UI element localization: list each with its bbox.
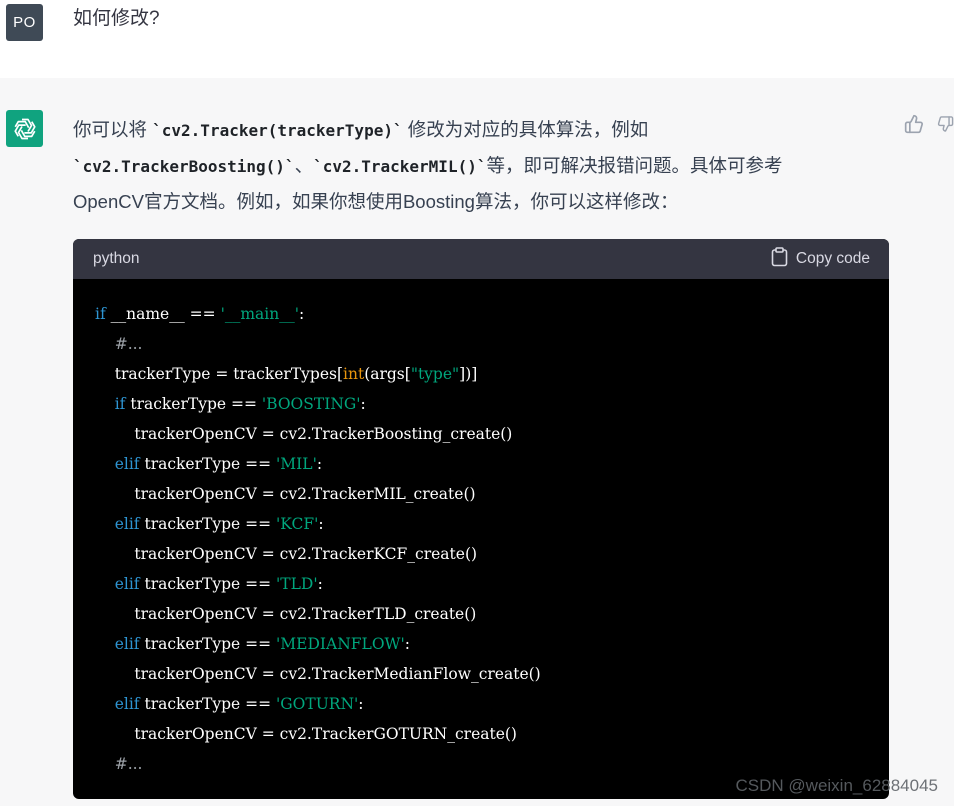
watermark: CSDN @weixin_62884045 xyxy=(735,776,938,795)
code-token: elif xyxy=(114,695,140,713)
code-line: trackerOpenCV = cv2.TrackerGOTURN_create… xyxy=(95,719,867,749)
answer-text: 、 xyxy=(294,155,314,176)
code-token: trackerType == xyxy=(139,635,277,653)
code-token: if xyxy=(114,395,126,413)
code-token: : xyxy=(404,635,410,653)
code-token: 'GOTURN' xyxy=(276,695,359,713)
code-token: : xyxy=(358,695,364,713)
code-line: elif trackerType == 'GOTURN': xyxy=(95,689,867,719)
code-token: if xyxy=(95,305,106,323)
code-token: #... xyxy=(114,755,143,773)
code-line: if __name__ == '__main__': xyxy=(95,299,867,329)
code-token: trackerOpenCV = cv2.TrackerBoosting_crea… xyxy=(134,425,513,443)
code-token: trackerType == xyxy=(139,695,277,713)
code-token: : xyxy=(316,455,323,473)
code-line: trackerOpenCV = cv2.TrackerTLD_create() xyxy=(95,599,867,629)
code-line: trackerOpenCV = cv2.TrackerBoosting_crea… xyxy=(95,419,867,449)
code-token: trackerType == xyxy=(139,515,277,533)
copy-code-button[interactable]: Copy code xyxy=(771,246,870,272)
code-token: __name__ == xyxy=(105,305,221,323)
code-line: elif trackerType == 'TLD': xyxy=(95,569,867,599)
code-line: trackerType = trackerTypes[int(args["typ… xyxy=(95,359,867,389)
code-line: trackerOpenCV = cv2.TrackerMedianFlow_cr… xyxy=(95,659,867,689)
code-token: : xyxy=(318,515,324,533)
answer-line-3: OpenCV官方文档。例如，如果你想使用Boosting算法，你可以这样修改： xyxy=(73,184,873,219)
code-token: : xyxy=(317,575,323,593)
code-token: "type" xyxy=(410,365,460,383)
code-token: '__main__' xyxy=(220,305,299,323)
code-token: elif xyxy=(114,455,140,473)
code-token: 'TLD' xyxy=(276,575,318,593)
code-line: elif trackerType == 'MEDIANFLOW': xyxy=(95,629,867,659)
code-token: 'KCF' xyxy=(276,515,319,533)
user-message-text: 如何修改? xyxy=(73,8,160,29)
code-token: trackerOpenCV = cv2.TrackerGOTURN_create… xyxy=(134,725,517,743)
code-block-header: python Copy code xyxy=(73,239,889,279)
code-token: : xyxy=(298,305,305,323)
code-token: 'MEDIANFLOW' xyxy=(276,635,405,653)
openai-logo-icon xyxy=(6,110,43,147)
code-token: trackerOpenCV = cv2.TrackerTLD_create() xyxy=(134,605,477,623)
code-token: elif xyxy=(114,575,140,593)
answer-text: 修改为对应的具体算法，例如 xyxy=(402,119,649,140)
code-token: ])] xyxy=(459,365,478,383)
code-language-label: python xyxy=(93,250,140,267)
code-line: trackerOpenCV = cv2.TrackerKCF_create() xyxy=(95,539,867,569)
code-token: trackerType == xyxy=(139,455,277,473)
code-token: trackerType == xyxy=(125,395,262,413)
code-token: #... xyxy=(114,335,143,353)
code-line: if trackerType == 'BOOSTING': xyxy=(95,389,867,419)
code-content: if __name__ == '__main__': #... trackerT… xyxy=(73,279,889,779)
code-token: trackerType == xyxy=(139,575,277,593)
inline-code: `cv2.TrackerBoosting()` xyxy=(73,157,295,176)
code-token: trackerOpenCV = cv2.TrackerMIL_create() xyxy=(134,485,476,503)
user-avatar: PO xyxy=(6,4,43,41)
inline-code: `cv2.TrackerMIL()` xyxy=(313,157,487,176)
inline-code: `cv2.Tracker(trackerType)` xyxy=(152,121,403,140)
code-token: elif xyxy=(114,635,140,653)
answer-line-2: `cv2.TrackerBoosting()`、`cv2.TrackerMIL(… xyxy=(73,148,873,184)
code-token: 'BOOSTING' xyxy=(261,395,361,413)
user-message-row: PO 如何修改? xyxy=(0,0,954,78)
code-token: trackerOpenCV = cv2.TrackerMedianFlow_cr… xyxy=(134,665,541,683)
code-line: trackerOpenCV = cv2.TrackerMIL_create() xyxy=(95,479,867,509)
thumbs-up-icon[interactable] xyxy=(904,114,924,139)
code-line: elif trackerType == 'KCF': xyxy=(95,509,867,539)
answer-line-1: 你可以将 `cv2.Tracker(trackerType)` 修改为对应的具体… xyxy=(73,112,873,148)
code-token: trackerOpenCV = cv2.TrackerKCF_create() xyxy=(134,545,478,563)
thumbs-down-icon[interactable] xyxy=(937,114,954,139)
code-line: #... xyxy=(95,329,867,359)
assistant-answer: 你可以将 `cv2.Tracker(trackerType)` 修改为对应的具体… xyxy=(73,112,873,219)
code-token: trackerType = trackerTypes[ xyxy=(114,365,344,383)
answer-text: OpenCV官方文档。例如，如果你想使用Boosting算法，你可以这样修改： xyxy=(73,191,679,212)
answer-text: 等，即可解决报错问题。具体可参考 xyxy=(486,155,783,176)
code-token: (args[ xyxy=(364,365,411,383)
assistant-message-row: 你可以将 `cv2.Tracker(trackerType)` 修改为对应的具体… xyxy=(0,78,954,806)
clipboard-icon xyxy=(771,246,788,272)
code-token: elif xyxy=(114,515,140,533)
code-token: 'MIL' xyxy=(276,455,317,473)
copy-code-label: Copy code xyxy=(795,250,870,267)
code-line: elif trackerType == 'MIL': xyxy=(95,449,867,479)
code-token: int xyxy=(343,365,365,383)
code-token: : xyxy=(360,395,366,413)
answer-text: 你可以将 xyxy=(73,119,153,140)
code-line: #... xyxy=(95,749,867,779)
code-block: python Copy code if __name__ == '__main_… xyxy=(73,239,889,799)
